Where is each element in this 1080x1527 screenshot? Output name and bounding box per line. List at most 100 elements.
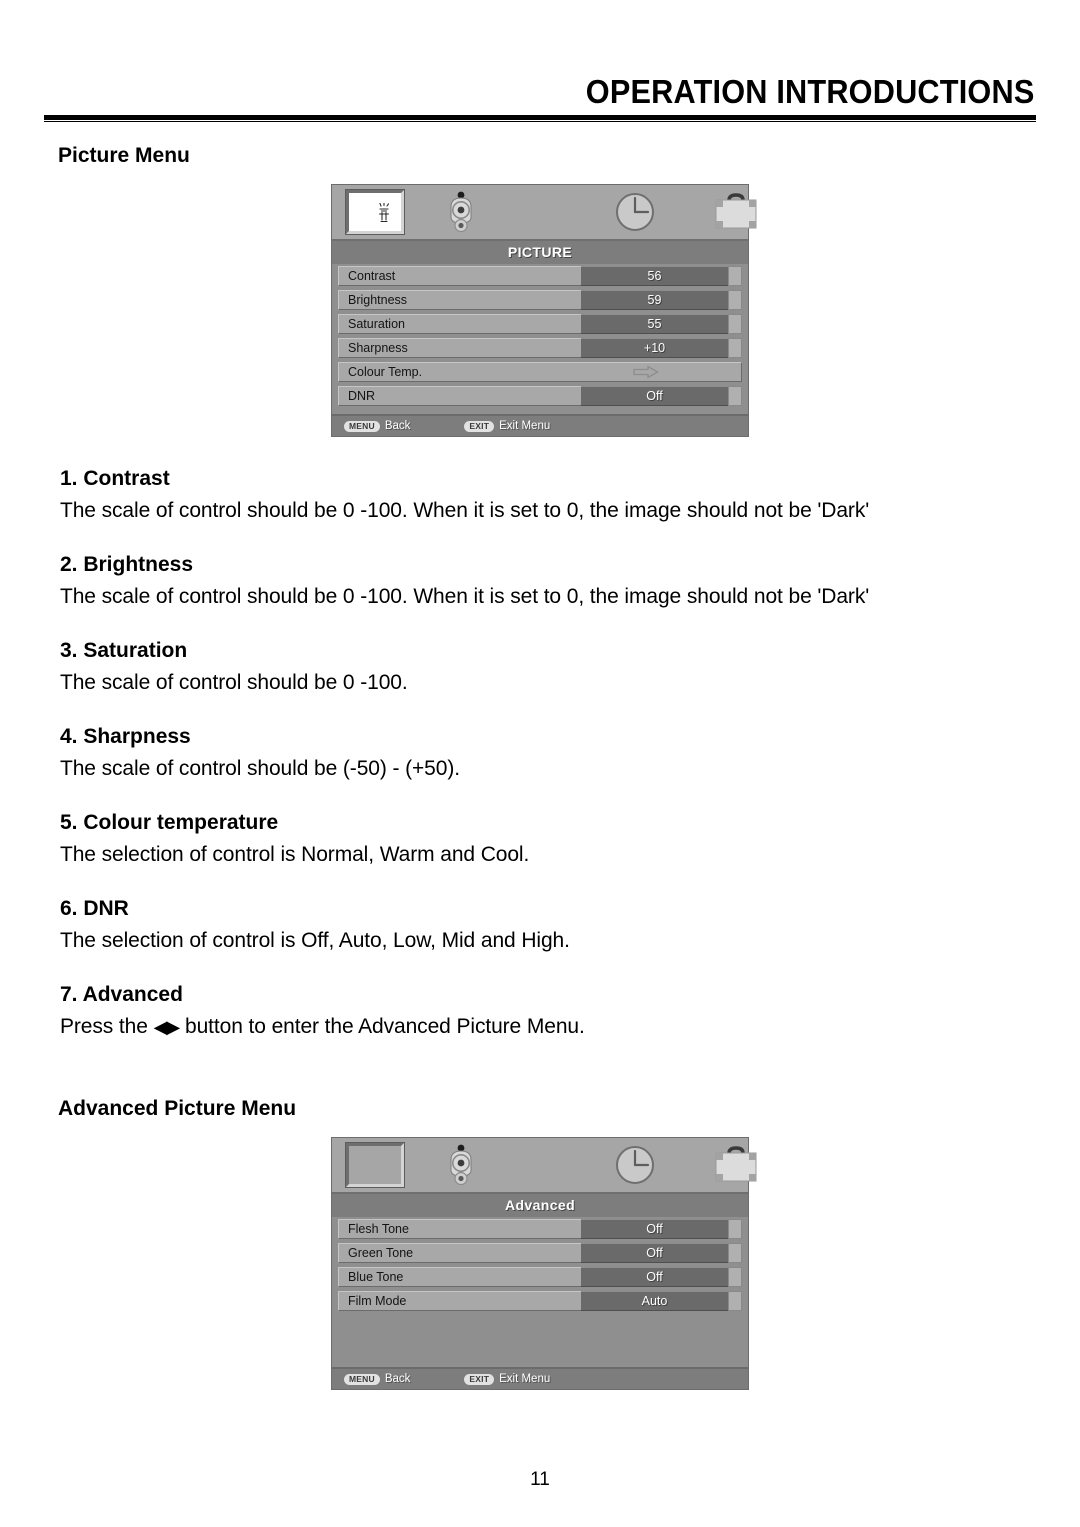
table-row[interactable]: Sharpness +10 bbox=[338, 338, 742, 358]
row-value[interactable]: 56 bbox=[581, 266, 728, 286]
table-row[interactable]: Blue Tone Off bbox=[338, 1267, 742, 1287]
advanced-osd-tabbar bbox=[332, 1138, 757, 1194]
page-title: OPERATION INTRODUCTIONS bbox=[585, 73, 1034, 110]
table-row[interactable]: Film Mode Auto bbox=[338, 1291, 742, 1311]
row-cap bbox=[728, 290, 742, 310]
row-value[interactable]: +10 bbox=[581, 338, 728, 358]
advanced-osd-title: Advanced bbox=[332, 1194, 748, 1217]
row-label: Sharpness bbox=[338, 338, 581, 358]
menu-key-badge: MENU bbox=[344, 1373, 380, 1385]
setup-tab[interactable] bbox=[712, 1145, 760, 1185]
row-cap bbox=[728, 1219, 742, 1239]
advanced-body-after: button to enter the Advanced Picture Men… bbox=[185, 1015, 585, 1038]
item-body-saturation: The scale of control should be 0 -100. bbox=[60, 671, 408, 694]
briefcase-icon bbox=[715, 1146, 757, 1182]
left-right-arrows-icon: ◀▶ bbox=[153, 1017, 181, 1037]
exit-hint[interactable]: EXIT Exit Menu bbox=[464, 1373, 550, 1385]
item-heading-advanced: 7. Advanced bbox=[60, 983, 183, 1006]
picture-osd-title: PICTURE bbox=[332, 241, 748, 264]
row-label: Flesh Tone bbox=[338, 1219, 581, 1239]
row-label: Saturation bbox=[338, 314, 581, 334]
item-heading-dnr: 6. DNR bbox=[60, 897, 129, 920]
clock-icon bbox=[616, 193, 654, 231]
row-cap bbox=[728, 386, 742, 406]
time-tab[interactable] bbox=[612, 1142, 658, 1188]
row-value[interactable]: Auto bbox=[581, 1291, 728, 1311]
briefcase-icon bbox=[715, 193, 757, 229]
item-body-advanced: Press the ◀▶ button to enter the Advance… bbox=[60, 1015, 1036, 1039]
item-body-dnr: The selection of control is Off, Auto, L… bbox=[60, 929, 570, 952]
document-header: OPERATION INTRODUCTIONS bbox=[44, 48, 1036, 122]
item-body-colour-temperature: The selection of control is Normal, Warm… bbox=[60, 843, 530, 866]
row-label: Green Tone bbox=[338, 1243, 581, 1263]
table-row[interactable]: DNR Off bbox=[338, 386, 742, 406]
row-cap bbox=[728, 1267, 742, 1287]
item-heading-colour-temperature: 5. Colour temperature bbox=[60, 811, 279, 834]
speaker-icon bbox=[450, 191, 472, 233]
picture-settings-descriptions: 1. Contrast The scale of control should … bbox=[44, 467, 1036, 1039]
menu-key-badge: MENU bbox=[344, 420, 380, 432]
table-row[interactable]: Colour Temp. bbox=[338, 362, 742, 382]
picture-tab[interactable] bbox=[345, 189, 405, 235]
exit-label: Exit Menu bbox=[499, 1373, 551, 1385]
exit-key-badge: EXIT bbox=[464, 1373, 495, 1385]
exit-label: Exit Menu bbox=[499, 420, 551, 432]
page-number: 11 bbox=[530, 1469, 550, 1490]
exit-key-badge: EXIT bbox=[464, 420, 495, 432]
clock-icon bbox=[616, 1146, 654, 1184]
picture-doodle-icon bbox=[378, 203, 390, 223]
item-heading-saturation: 3. Saturation bbox=[60, 639, 188, 662]
picture-tab[interactable] bbox=[345, 1142, 405, 1188]
item-heading-contrast: 1. Contrast bbox=[60, 467, 170, 490]
item-body-sharpness: The scale of control should be (-50) - (… bbox=[60, 757, 460, 780]
advanced-osd-footer: MENU Back EXIT Exit Menu bbox=[332, 1367, 748, 1389]
row-label: Film Mode bbox=[338, 1291, 581, 1311]
row-label-text: Colour Temp. bbox=[348, 365, 423, 379]
advanced-picture-menu-heading: Advanced Picture Menu bbox=[58, 1097, 297, 1120]
speaker-icon bbox=[450, 1144, 472, 1186]
row-label: DNR bbox=[338, 386, 581, 406]
item-heading-sharpness: 4. Sharpness bbox=[60, 725, 191, 748]
row-value[interactable]: Off bbox=[581, 386, 728, 406]
row-value[interactable]: Off bbox=[581, 1243, 728, 1263]
picture-osd: PICTURE Contrast 56 Brightness 59 Satura… bbox=[331, 184, 757, 437]
row-label: Contrast bbox=[338, 266, 581, 286]
advanced-body-before: Press the bbox=[60, 1015, 148, 1038]
row-cap bbox=[728, 1243, 742, 1263]
table-row[interactable]: Green Tone Off bbox=[338, 1243, 742, 1263]
advanced-osd-wrapper: Advanced Flesh Tone Off Green Tone Off B… bbox=[44, 1137, 1036, 1390]
row-label: Colour Temp. bbox=[338, 362, 742, 382]
table-row[interactable]: Contrast 56 bbox=[338, 266, 742, 286]
header-divider bbox=[44, 115, 1036, 122]
back-label: Back bbox=[384, 1373, 411, 1385]
row-value[interactable]: Off bbox=[581, 1219, 728, 1239]
advanced-osd-rows: Flesh Tone Off Green Tone Off Blue Tone … bbox=[332, 1217, 748, 1311]
picture-osd-footer: MENU Back EXIT Exit Menu bbox=[332, 414, 748, 436]
back-label: Back bbox=[384, 420, 411, 432]
advanced-osd: Advanced Flesh Tone Off Green Tone Off B… bbox=[331, 1137, 757, 1390]
row-value[interactable]: 59 bbox=[581, 290, 728, 310]
item-body-contrast: The scale of control should be 0 -100. W… bbox=[60, 499, 870, 522]
exit-hint[interactable]: EXIT Exit Menu bbox=[464, 420, 550, 432]
setup-tab[interactable] bbox=[712, 192, 760, 232]
row-cap bbox=[728, 1291, 742, 1311]
item-heading-brightness: 2. Brightness bbox=[60, 553, 194, 576]
advanced-osd-filler bbox=[332, 1315, 748, 1367]
row-value[interactable]: Off bbox=[581, 1267, 728, 1287]
audio-tab[interactable] bbox=[438, 189, 484, 235]
back-hint[interactable]: MENU Back bbox=[344, 420, 410, 432]
back-hint[interactable]: MENU Back bbox=[344, 1373, 410, 1385]
picture-icon bbox=[345, 1142, 405, 1188]
time-tab[interactable] bbox=[612, 189, 658, 235]
item-body-brightness: The scale of control should be 0 -100. W… bbox=[60, 585, 870, 608]
picture-menu-heading: Picture Menu bbox=[58, 144, 190, 167]
audio-tab[interactable] bbox=[438, 1142, 484, 1188]
row-cap bbox=[728, 338, 742, 358]
row-value[interactable]: 55 bbox=[581, 314, 728, 334]
table-row[interactable]: Saturation 55 bbox=[338, 314, 742, 334]
row-label: Brightness bbox=[338, 290, 581, 310]
table-row[interactable]: Brightness 59 bbox=[338, 290, 742, 310]
table-row[interactable]: Flesh Tone Off bbox=[338, 1219, 742, 1239]
row-cap bbox=[728, 314, 742, 334]
arrow-right-icon bbox=[633, 365, 659, 379]
